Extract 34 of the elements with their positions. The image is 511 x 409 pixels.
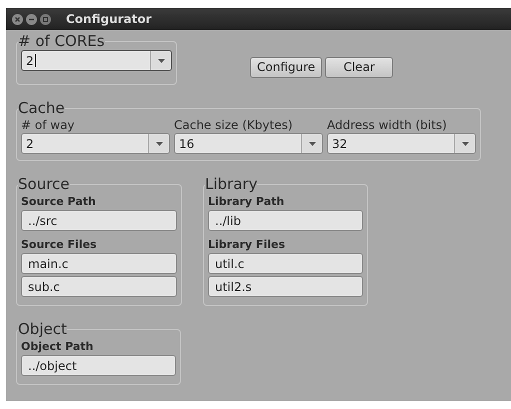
field-label: Library Path (208, 195, 284, 208)
field-label: Address width (bits) (327, 118, 447, 132)
push-button[interactable]: Clear (325, 56, 394, 78)
combo-box[interactable]: 32 (327, 133, 476, 154)
group-title: # of COREs (18, 32, 105, 50)
text-field[interactable]: ../lib (208, 210, 363, 231)
dropdown-arrow-icon[interactable] (158, 58, 164, 62)
dropdown-arrow-icon[interactable] (308, 142, 316, 146)
group-title: Cache (18, 99, 65, 117)
field-label: Object Path (21, 340, 94, 353)
text-field[interactable]: sub.c (21, 276, 177, 297)
text-field[interactable]: main.c (21, 253, 177, 274)
field-label: Source Files (21, 238, 97, 251)
combo-box[interactable]: 2 (21, 50, 172, 71)
group-title: Source (18, 175, 70, 193)
combo-box[interactable]: 16 (174, 133, 323, 154)
field-label: # of way (21, 118, 75, 132)
window-title: Configurator (66, 12, 152, 26)
text-field[interactable]: util.c (208, 253, 363, 274)
field-label: Source Path (21, 195, 96, 208)
field-label: Library Files (208, 238, 285, 251)
text-field[interactable]: ../src (21, 210, 177, 231)
group-title: Library (205, 175, 258, 193)
group-title: Object (18, 320, 67, 338)
minimize-icon[interactable] (26, 14, 37, 24)
close-icon[interactable] (12, 14, 23, 24)
text-field[interactable]: ../object (21, 355, 176, 376)
text-field[interactable]: util2.s (208, 276, 363, 297)
maximize-icon[interactable] (40, 14, 51, 24)
field-label: Cache size (Kbytes) (174, 118, 293, 132)
combo-box[interactable]: 2 (21, 133, 170, 154)
dropdown-arrow-icon[interactable] (462, 142, 468, 146)
push-button[interactable]: Configure (250, 56, 322, 78)
dropdown-arrow-icon[interactable] (156, 142, 162, 146)
